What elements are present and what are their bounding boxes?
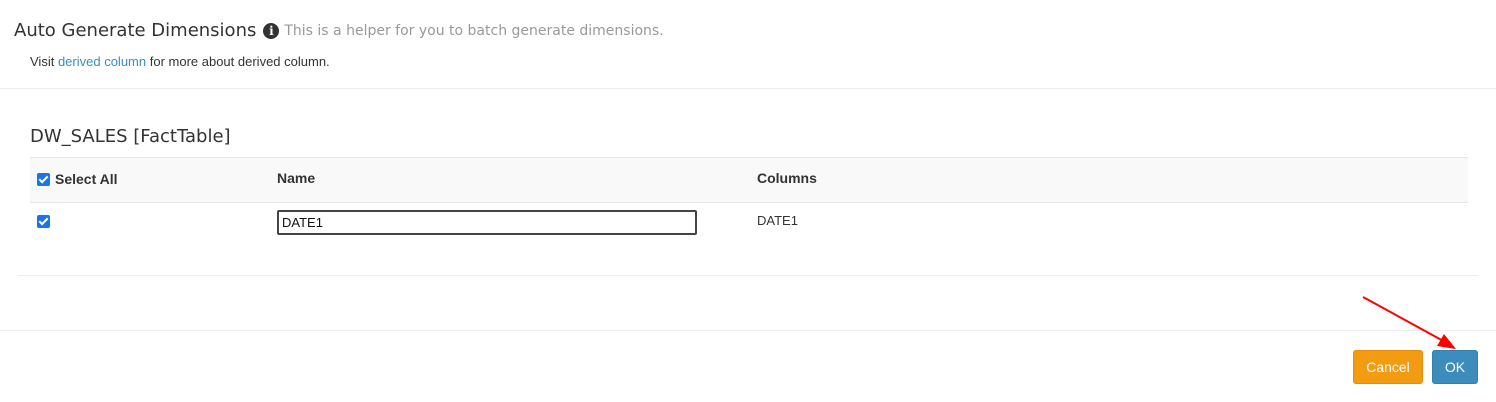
table-header: Select All Name Columns xyxy=(30,157,1468,203)
arrow-head xyxy=(1437,334,1456,349)
select-all-header[interactable]: Select All xyxy=(37,171,118,187)
ok-button[interactable]: OK xyxy=(1432,350,1478,384)
visit-suffix: for more about derived column. xyxy=(149,54,330,69)
row-checkbox[interactable] xyxy=(37,215,50,228)
fact-table-section: DW_SALES [FactTable] Select All Name Col… xyxy=(18,110,1478,276)
select-all-label[interactable]: Select All xyxy=(55,171,118,187)
modal-header: Auto Generate Dimensions i This is a hel… xyxy=(0,0,1496,89)
info-circle-icon: i xyxy=(263,22,280,39)
visit-prefix: Visit xyxy=(30,54,55,69)
columns-column-header: Columns xyxy=(757,170,817,186)
table-title: DW_SALES [FactTable] xyxy=(30,126,231,147)
cancel-button[interactable]: Cancel xyxy=(1353,350,1423,384)
dimension-name-input[interactable] xyxy=(277,210,697,235)
title-row: Auto Generate Dimensions i This is a hel… xyxy=(14,20,664,41)
column-value: DATE1 xyxy=(757,213,798,228)
auto-generate-dimensions-modal: Auto Generate Dimensions i This is a hel… xyxy=(0,0,1496,402)
dimensions-table: Select All Name Columns DATE1 xyxy=(30,157,1468,235)
derived-column-link[interactable]: derived column xyxy=(58,54,146,69)
select-all-checkbox[interactable] xyxy=(37,172,50,186)
modal-title: Auto Generate Dimensions xyxy=(14,20,257,41)
helper-text: This is a helper for you to batch genera… xyxy=(284,22,664,39)
table-row: DATE1 xyxy=(30,203,1468,243)
name-column-header: Name xyxy=(277,170,316,186)
footer-divider xyxy=(0,330,1496,331)
arrow-shaft xyxy=(1362,296,1448,344)
visit-note: Visit derived column for more about deri… xyxy=(30,54,330,69)
